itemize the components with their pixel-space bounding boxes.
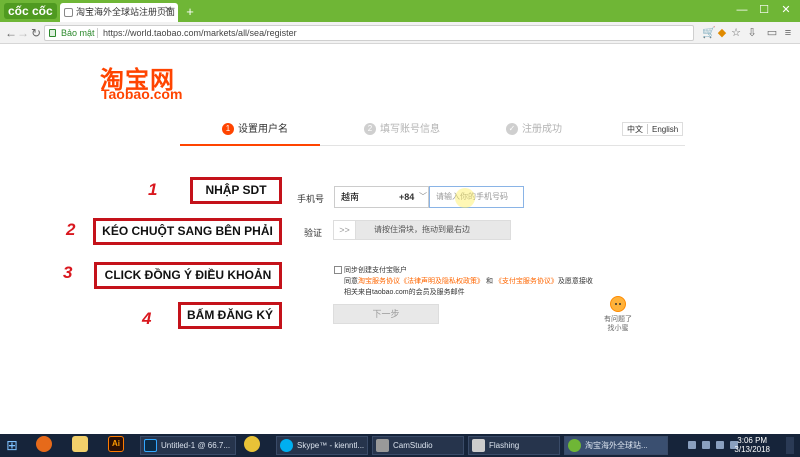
file-explorer-icon[interactable] (72, 436, 88, 452)
slider-handle[interactable]: >> (334, 221, 356, 239)
annotation-number-1: 1 (148, 180, 158, 199)
step-number-badge: 1 (222, 123, 234, 135)
window-controls: — ☐ ✕ (732, 2, 796, 18)
secure-label: Bảo mật (61, 28, 95, 38)
agree-and: 和 (485, 278, 493, 285)
alipay-checkbox[interactable] (334, 266, 342, 274)
verify-label: 验证 (304, 228, 323, 238)
privacy-policy-link[interactable]: 《法律声明及隐私权政策》 (400, 278, 484, 285)
menu-icon[interactable]: ≡ (782, 26, 794, 40)
taobao-logo-en[interactable]: Taobao.com (101, 86, 182, 102)
minimize-button[interactable]: — (732, 2, 752, 18)
agreement-text: 同意淘宝服务协议《法律声明及隐私权政策》 和 《支付宝服务协议》及愿意接收 (344, 277, 614, 286)
taskbar-label: 淘宝海外全球站... (585, 441, 648, 450)
camstudio-icon (376, 439, 389, 452)
tab-title: 淘宝海外全球站注册页面 (76, 7, 176, 17)
annotation-box-4: BẤM ĐĂNG KÝ (178, 302, 282, 329)
phone-input[interactable]: 请输入你的手机号码 (429, 186, 524, 208)
taskbar-label: CamStudio (393, 441, 433, 450)
lock-icon (49, 29, 56, 37)
active-step-indicator (180, 144, 320, 146)
agree-suffix: 及愿意接收 (557, 278, 593, 285)
taskbar-camstudio[interactable]: CamStudio (372, 436, 464, 455)
step-label: 填写账号信息 (380, 124, 440, 135)
alipay-terms-link[interactable]: 《支付宝服务协议》 (495, 278, 558, 285)
star-icon[interactable]: ☆ (730, 26, 742, 40)
step-fill-account: 2 填写账号信息 (364, 122, 440, 138)
taskbar-flashing[interactable]: Flashing (468, 436, 560, 455)
omnibox-divider (97, 28, 98, 38)
tray-up-arrow-icon[interactable] (688, 441, 696, 449)
taskbar-skype[interactable]: Skype™ - kienntl... (276, 436, 368, 455)
clock-date: 3/13/2018 (734, 445, 770, 454)
firefox-icon[interactable] (36, 436, 52, 452)
close-window-button[interactable]: ✕ (776, 2, 796, 18)
coccoc-icon (568, 439, 581, 452)
page-favicon-icon (64, 8, 73, 17)
helper-line2: 找小蜜 (607, 325, 629, 332)
maximize-button[interactable]: ☐ (754, 2, 774, 18)
cart-icon[interactable]: 🛒 (702, 26, 716, 40)
next-step-button[interactable]: 下一步 (333, 304, 439, 324)
taskbar-taobao-browser[interactable]: 淘宝海外全球站... (564, 436, 668, 455)
url-omnibox[interactable]: Bảo mật https://world.taobao.com/markets… (44, 25, 694, 41)
step-number-badge: 2 (364, 123, 376, 135)
chevron-down-icon: ﹀ (419, 192, 427, 201)
network-icon[interactable] (702, 441, 710, 449)
mouse-cursor-highlight (455, 188, 475, 208)
address-bar: ← → ↻ Bảo mật https://world.taobao.com/m… (0, 22, 800, 44)
clock-time: 3:06 PM (737, 436, 768, 445)
taskbar-label: Untitled-1 @ 66.7... (161, 441, 231, 450)
help-assistant[interactable]: 有问题了 找小蜜 (598, 296, 638, 333)
taskbar-photoshop[interactable]: Untitled-1 @ 66.7... (140, 436, 236, 455)
illustrator-icon[interactable]: Ai (108, 436, 124, 452)
annotation-number-2: 2 (66, 220, 76, 239)
coccoc-brand-logo[interactable]: cốc cốc (4, 3, 57, 19)
agreement-text-line2: 相关来自taobao.com的会员及服务邮件 (344, 289, 465, 296)
sidebar-icon[interactable]: ▭ (766, 26, 778, 40)
check-icon: ✓ (506, 123, 518, 135)
skype-icon (280, 439, 293, 452)
annotation-box-2: KÉO CHUỘT SANG BÊN PHẢI (93, 218, 282, 245)
browser-tab[interactable]: 淘宝海外全球站注册页面 (60, 3, 178, 22)
step-success: ✓ 注册成功 (506, 122, 562, 138)
helper-line1: 有问题了 (604, 316, 632, 323)
url-text[interactable]: https://world.taobao.com/markets/all/sea… (103, 26, 297, 40)
reload-icon[interactable]: ↻ (29, 25, 43, 41)
annotation-number-3: 3 (63, 263, 73, 282)
windows-start-icon[interactable]: ⊞ (6, 437, 22, 453)
taobao-terms-link[interactable]: 淘宝服务协议 (358, 278, 400, 285)
registration-steps: 1 设置用户名 2 填写账号信息 ✓ 注册成功 (180, 116, 685, 146)
country-select[interactable]: 越南 +84 ﹀ (334, 186, 429, 208)
system-clock[interactable]: 3:06 PM 3/13/2018 (734, 436, 770, 454)
photoshop-icon (144, 439, 157, 452)
forward-arrow-icon[interactable]: → (16, 25, 30, 41)
flashing-icon (472, 439, 485, 452)
step-label: 注册成功 (522, 124, 562, 135)
agree-prefix: 同意 (344, 278, 358, 285)
annotation-box-1: NHẬP SDT (190, 177, 282, 204)
country-code: +84 (399, 192, 415, 202)
phone-label: 手机号 (297, 194, 325, 204)
verification-slider[interactable]: >> 请按住滑块，拖动到最右边 (333, 220, 511, 240)
volume-icon[interactable] (716, 441, 724, 449)
tab-close-icon[interactable]: ✕ (164, 6, 172, 16)
step-label: 设置用户名 (238, 124, 288, 135)
chrome-icon[interactable] (244, 436, 260, 452)
taskbar-label: Skype™ - kienntl... (297, 441, 365, 450)
show-desktop-button[interactable] (786, 437, 794, 454)
assistant-face-icon (610, 296, 626, 312)
browser-title-bar: cốc cốc 淘宝海外全球站注册页面 ✕ + — ☐ ✕ (0, 0, 800, 22)
annotation-number-4: 4 (142, 309, 152, 328)
new-tab-button[interactable]: + (182, 5, 198, 19)
country-name: 越南 (341, 192, 360, 202)
download-icon[interactable]: ⇩ (746, 26, 758, 40)
step-set-username: 1 设置用户名 (222, 122, 288, 138)
windows-taskbar: ⊞ Ai Untitled-1 @ 66.7... Skype™ - kienn… (0, 434, 800, 457)
taskbar-label: Flashing (489, 441, 520, 450)
extension-icon[interactable]: ◆ (716, 26, 728, 40)
alipay-checkbox-label: 同步创建支付宝账户 (344, 267, 407, 274)
slider-instruction: 请按住滑块，拖动到最右边 (374, 225, 470, 234)
annotation-box-3: CLICK ĐỒNG Ý ĐIỀU KHOẢN (94, 262, 282, 289)
